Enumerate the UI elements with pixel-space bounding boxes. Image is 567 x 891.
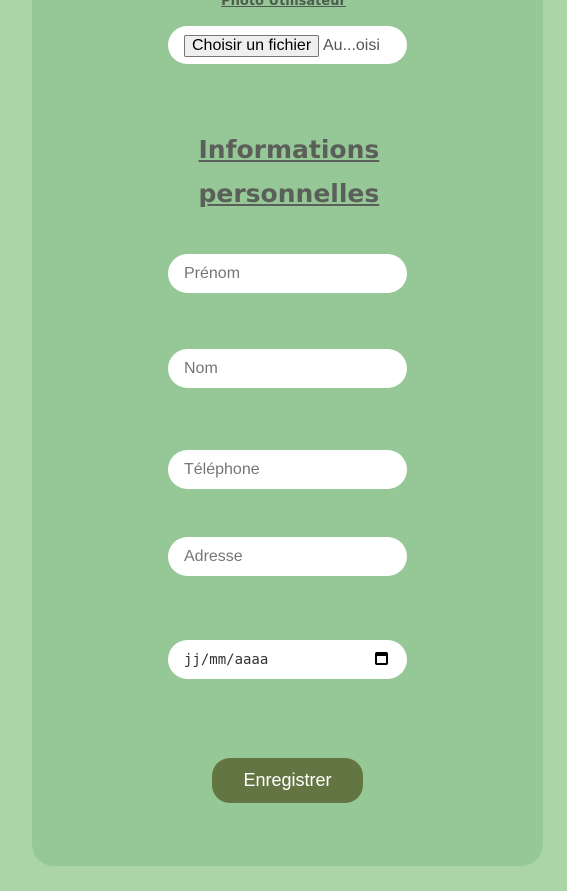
photo-label: Photo Utilisateur xyxy=(221,0,346,9)
photo-file-input[interactable]: Choisir un fichier Au...oisi xyxy=(168,26,407,64)
address-input[interactable]: Adresse xyxy=(168,537,407,576)
save-button[interactable]: Enregistrer xyxy=(212,758,363,803)
phone-placeholder: Téléphone xyxy=(184,461,260,478)
choose-file-button[interactable]: Choisir un fichier xyxy=(184,35,320,57)
firstname-input[interactable]: Prénom xyxy=(168,254,407,293)
firstname-placeholder: Prénom xyxy=(184,265,241,282)
lastname-input[interactable]: Nom xyxy=(168,349,407,388)
date-placeholder: jj/mm/aaaa xyxy=(184,652,269,668)
calendar-icon[interactable] xyxy=(375,652,388,665)
section-title: Informations personnelles xyxy=(0,128,567,216)
birthdate-input[interactable]: jj/mm/aaaa xyxy=(168,640,407,679)
address-placeholder: Adresse xyxy=(184,548,243,565)
phone-input[interactable]: Téléphone xyxy=(168,450,407,489)
section-title-text: Informations personnelles xyxy=(198,135,380,208)
file-status-text: Au...oisi xyxy=(323,37,380,54)
lastname-placeholder: Nom xyxy=(184,360,218,377)
